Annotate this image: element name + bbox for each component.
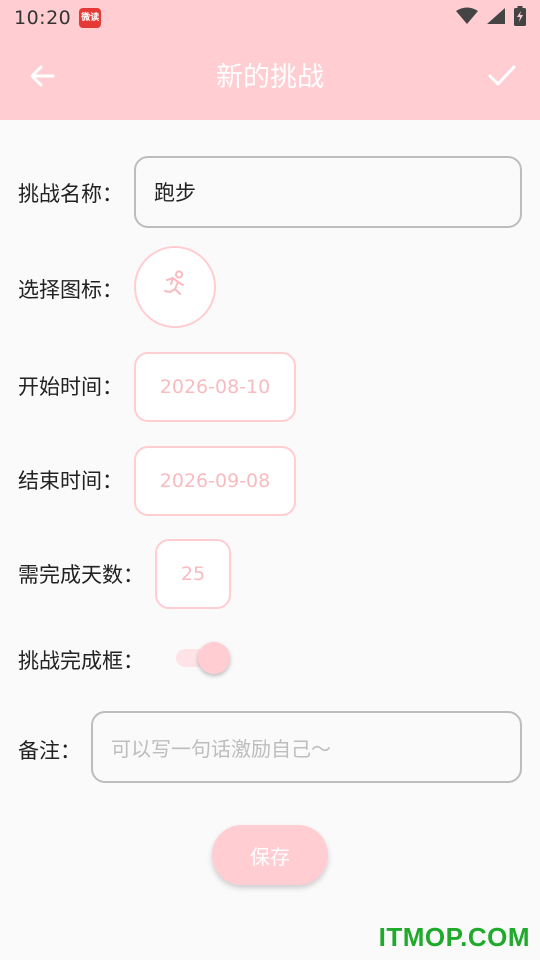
start-date-picker[interactable]: 2026-08-10 xyxy=(134,352,296,422)
page-title: 新的挑战 xyxy=(216,62,324,93)
battery-charging-icon xyxy=(514,6,526,30)
end-date-picker[interactable]: 2026-09-08 xyxy=(134,446,296,516)
status-time: 10:20 xyxy=(14,7,72,29)
back-button[interactable] xyxy=(24,60,60,96)
completion-box-toggle[interactable] xyxy=(174,642,232,674)
start-date-label: 开始时间： xyxy=(18,375,123,399)
select-icon-label: 选择图标： xyxy=(18,278,123,302)
check-icon xyxy=(487,61,517,95)
end-date-value: 2026-09-08 xyxy=(159,470,271,492)
status-icons xyxy=(456,6,526,30)
note-input[interactable]: 可以写一句话激励自己～ xyxy=(91,711,522,783)
challenge-name-value: 跑步 xyxy=(154,181,196,205)
signal-icon xyxy=(486,7,506,29)
status-bar: 10:20 微读 xyxy=(0,0,540,36)
note-label: 备注： xyxy=(18,739,81,763)
confirm-button[interactable] xyxy=(484,60,520,96)
arrow-left-icon xyxy=(28,62,56,94)
app-notification-badge: 微读 xyxy=(79,8,102,28)
toggle-thumb xyxy=(198,642,230,674)
save-button[interactable]: 保存 xyxy=(212,825,328,885)
watermark-logo: ITMOP.COM xyxy=(378,922,530,952)
challenge-name-label: 挑战名称： xyxy=(18,182,123,206)
running-person-icon xyxy=(160,270,190,304)
end-date-label: 结束时间： xyxy=(18,469,123,493)
days-required-input[interactable]: 25 xyxy=(155,539,231,609)
challenge-name-input[interactable]: 跑步 xyxy=(134,156,522,228)
wifi-icon xyxy=(456,7,478,29)
days-required-label: 需完成天数： xyxy=(18,563,144,587)
app-bar: 新的挑战 xyxy=(0,36,540,120)
days-required-value: 25 xyxy=(180,563,206,585)
completion-box-label: 挑战完成框： xyxy=(18,649,144,673)
note-placeholder: 可以写一句话激励自己～ xyxy=(111,736,331,761)
start-date-value: 2026-08-10 xyxy=(159,376,271,398)
icon-picker-button[interactable] xyxy=(134,246,216,328)
